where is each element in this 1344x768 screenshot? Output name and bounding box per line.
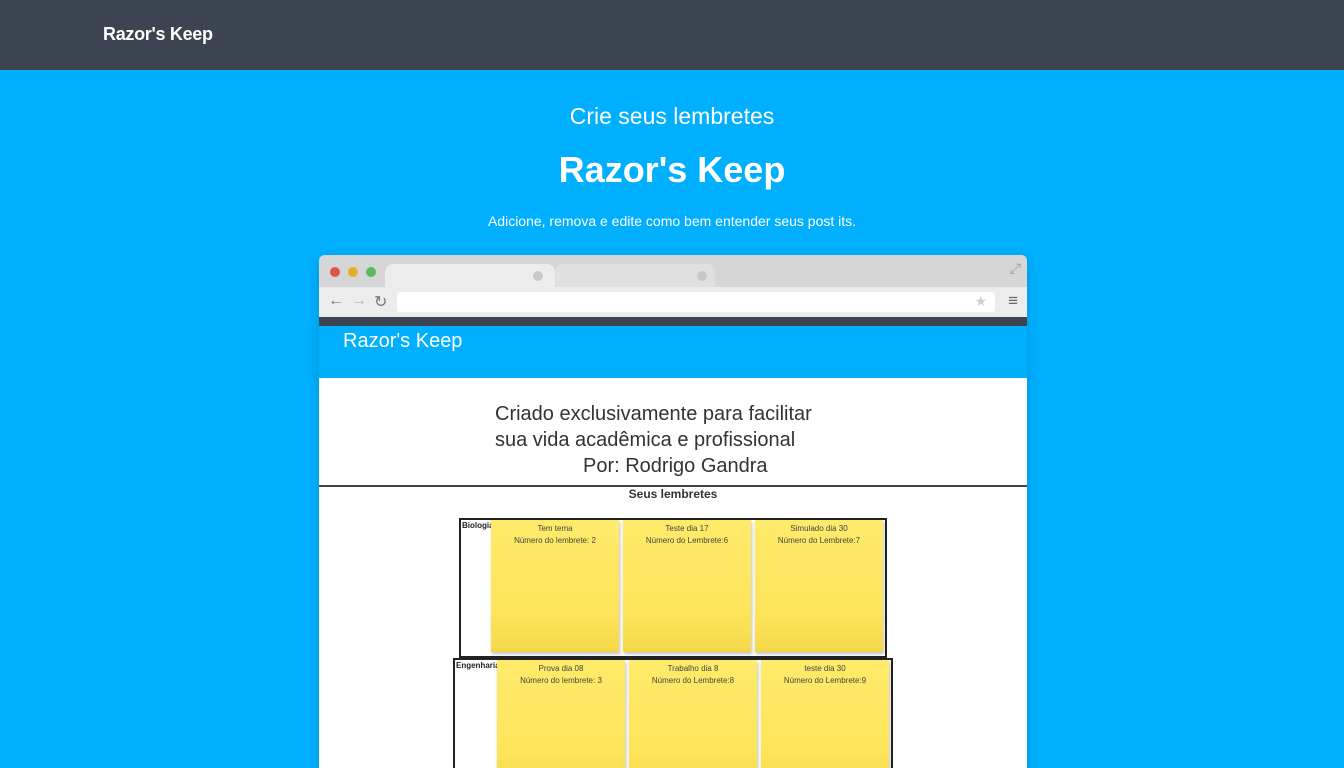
post-it-note[interactable]: Prova dia 08 Número do lembrete: 3 [497, 660, 625, 768]
top-navbar: Razor's Keep [0, 0, 1344, 70]
back-arrow-icon: ← [328, 292, 344, 309]
browser-tab [555, 264, 715, 288]
app-navbar-strip [319, 317, 1027, 326]
note-number: Número do Lembrete:7 [777, 536, 861, 545]
note-title: Tem tema [537, 524, 573, 533]
post-it-note[interactable]: Trabalho dia 8 Número do Lembrete:8 [629, 660, 757, 768]
reload-icon: ↻ [374, 294, 388, 311]
hero-title: Razor's Keep [558, 149, 786, 190]
star-icon: ★ [974, 293, 987, 309]
post-it-note[interactable]: teste dia 30 Número do Lembrete:9 [761, 660, 889, 768]
reminders-title: Seus lembretes [628, 487, 718, 501]
group-label: Engenharia [456, 661, 500, 670]
hero-subtitle: Crie seus lembretes [569, 103, 775, 129]
browser-tab [385, 264, 555, 288]
group-label: Biologia [462, 521, 494, 530]
note-title: Trabalho dia 8 [667, 664, 719, 673]
note-number: Número do lembrete: 3 [520, 676, 602, 685]
navbar-brand[interactable]: Razor's Keep [103, 24, 213, 45]
browser-mockup: ⤢ ← → ↻ ★ ≡ Razor's Keep Criado exclusiv… [319, 255, 1027, 768]
intro-author: Por: Rodrigo Gandra [583, 455, 768, 477]
browser-tab-bar: ⤢ [319, 255, 1027, 288]
tab-close-icon [533, 271, 543, 281]
note-title: Simulado dia 30 [790, 524, 848, 533]
browser-toolbar: ← → ↻ ★ ≡ [319, 287, 1027, 317]
note-title: Teste dia 17 [665, 524, 709, 533]
reminder-group-biologia: Biologia Tem tema Número do lembrete: 2 … [459, 518, 887, 658]
app-header: Razor's Keep [319, 326, 1027, 378]
menu-icon: ≡ [1008, 291, 1018, 310]
note-number: Número do Lembrete:6 [645, 536, 729, 545]
expand-icon: ⤢ [1009, 260, 1021, 276]
note-number: Número do Lembrete:8 [651, 676, 735, 685]
close-dot-icon [330, 267, 340, 277]
intro-line: Criado exclusivamente para facilitar [495, 403, 812, 425]
forward-arrow-icon: → [351, 292, 367, 309]
note-number: Número do lembrete: 2 [514, 536, 596, 545]
note-number: Número do Lembrete:9 [783, 676, 867, 685]
note-title: teste dia 30 [804, 664, 846, 673]
note-title: Prova dia 08 [538, 664, 584, 673]
address-bar: ★ [397, 292, 995, 312]
app-brand: Razor's Keep [343, 330, 463, 352]
intro-line: sua vida acadêmica e profissional [495, 429, 796, 451]
reminder-group-engenharia: Engenharia Prova dia 08 Número do lembre… [453, 658, 893, 768]
maximize-dot-icon [366, 267, 376, 277]
tab-close-icon [697, 271, 707, 281]
post-it-note[interactable]: Teste dia 17 Número do Lembrete:6 [623, 520, 751, 652]
post-it-note[interactable]: Tem tema Número do lembrete: 2 [491, 520, 619, 652]
hero-description: Adicione, remova e edite como bem entend… [487, 213, 857, 229]
post-it-note[interactable]: Simulado dia 30 Número do Lembrete:7 [755, 520, 883, 652]
minimize-dot-icon [348, 267, 358, 277]
